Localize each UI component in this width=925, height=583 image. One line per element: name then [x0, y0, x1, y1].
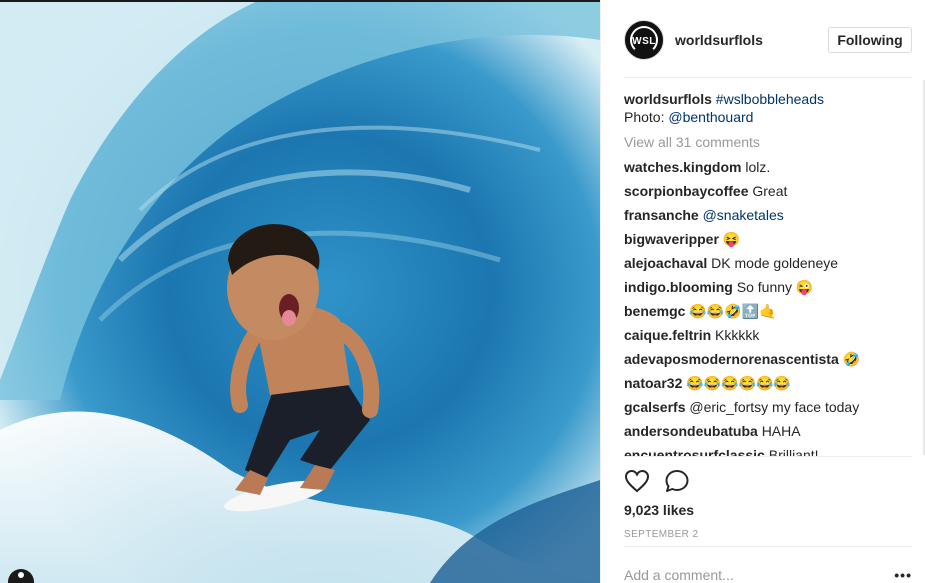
comment-username[interactable]: encuentrosurfclassic	[624, 447, 765, 456]
comment-username[interactable]: caique.feltrin	[624, 327, 711, 343]
caption-username[interactable]: worldsurflols	[624, 91, 712, 107]
comment-icon[interactable]	[664, 469, 690, 493]
following-button[interactable]: Following	[828, 27, 912, 53]
comment-text: Brilliant!	[768, 447, 819, 456]
comment-item: fransanche @snaketales	[624, 206, 912, 224]
post-actions: 9,023 likes SEPTEMBER 2	[624, 456, 912, 546]
post-header: WSL worldsurflols Following	[624, 18, 912, 78]
comment-username[interactable]: scorpionbaycoffee	[624, 183, 748, 199]
post-date[interactable]: SEPTEMBER 2	[624, 529, 698, 540]
comment-item: scorpionbaycoffee Great	[624, 182, 912, 200]
comment-item: alejoachaval DK mode goldeneye	[624, 254, 912, 272]
comment-text: HAHA	[761, 423, 801, 439]
comment-item: benemgc 😂😂🤣🔝🤙	[624, 302, 912, 320]
more-options-icon[interactable]: •••	[894, 567, 912, 583]
comment-item: caique.feltrin Kkkkkk	[624, 326, 912, 344]
caption-hashtag[interactable]: #wslbobbleheads	[716, 91, 824, 107]
comment-item: natoar32 😂😂😂😂😂😂	[624, 374, 912, 392]
post-container: WSL worldsurflols Following worldsurflol…	[0, 0, 925, 583]
comment-text: 😂😂🤣🔝🤙	[689, 303, 777, 319]
comment-text: @eric_fortsy my face today	[689, 399, 860, 415]
comment-item: bigwaveripper 😝	[624, 230, 912, 248]
avatar[interactable]: WSL	[624, 20, 664, 60]
comment-text: 🤣	[842, 351, 861, 367]
comment-text: Great	[752, 183, 788, 199]
comment-text: lolz.	[745, 159, 771, 175]
comment-text: DK mode goldeneye	[711, 255, 839, 271]
wave-surfer-illustration	[0, 0, 600, 583]
comment-item: gcalserfs @eric_fortsy my face today	[624, 398, 912, 416]
post-side-panel: WSL worldsurflols Following worldsurflol…	[600, 0, 925, 583]
caption-photo-prefix: Photo:	[624, 109, 665, 125]
comment-text: Kkkkkk	[715, 327, 760, 343]
heart-icon[interactable]	[624, 469, 650, 493]
add-comment-bar: Add a comment... •••	[624, 546, 912, 583]
comment-username[interactable]: natoar32	[624, 375, 682, 391]
comment-username[interactable]: watches.kingdom	[624, 159, 741, 175]
add-comment-input[interactable]: Add a comment...	[624, 567, 734, 583]
comment-username[interactable]: bigwaveripper	[624, 231, 719, 247]
comment-username[interactable]: benemgc	[624, 303, 685, 319]
comment-username[interactable]: alejoachaval	[624, 255, 707, 271]
comment-text: 😂😂😂😂😂😂	[686, 375, 791, 391]
header-username[interactable]: worldsurflols	[675, 32, 763, 48]
post-caption: worldsurflols #wslbobbleheads Photo: @be…	[624, 90, 912, 126]
avatar-logo-text: WSL	[632, 36, 656, 47]
comment-username[interactable]: fransanche	[624, 207, 699, 223]
comment-mention[interactable]: @snaketales	[703, 207, 784, 223]
comment-item: watches.kingdom lolz.	[624, 158, 912, 176]
comment-text: So funny 😜	[736, 279, 814, 295]
comment-username[interactable]: andersondeubatuba	[624, 423, 758, 439]
comment-text: 😝	[722, 231, 741, 247]
caption-photo-credit[interactable]: @benthouard	[668, 109, 753, 125]
comment-username[interactable]: indigo.blooming	[624, 279, 733, 295]
comment-username[interactable]: gcalserfs	[624, 399, 685, 415]
comment-item: adevaposmodernorenascentista 🤣	[624, 350, 912, 368]
comment-item: andersondeubatuba HAHA	[624, 422, 912, 440]
post-image[interactable]	[0, 0, 600, 583]
comment-username[interactable]: adevaposmodernorenascentista	[624, 351, 839, 367]
comment-item: indigo.blooming So funny 😜	[624, 278, 912, 296]
media-top-border	[0, 0, 600, 2]
view-all-comments-link[interactable]: View all 31 comments	[624, 133, 912, 151]
likes-count[interactable]: 9,023 likes	[624, 502, 694, 518]
comments-list[interactable]: worldsurflols #wslbobbleheads Photo: @be…	[624, 90, 912, 456]
comment-item: encuentrosurfclassic Brilliant!	[624, 446, 912, 456]
